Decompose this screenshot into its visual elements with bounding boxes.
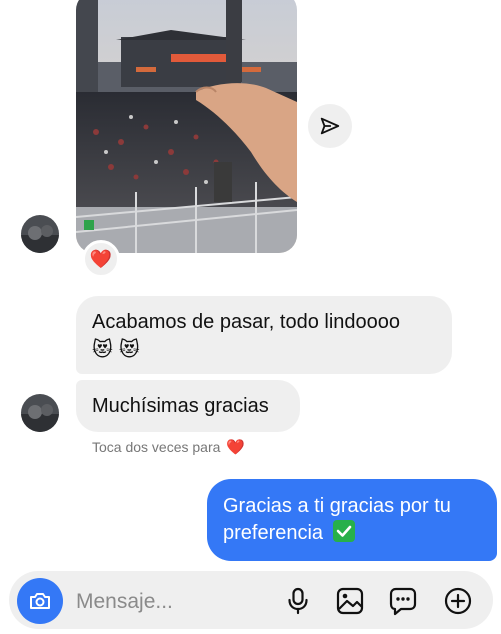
hint-text: Toca dos veces para [92, 439, 221, 455]
concert-photo-image [76, 0, 297, 253]
gallery-button[interactable] [333, 584, 367, 618]
sent-message-line-1: Gracias a ti gracias por tu [223, 495, 451, 517]
heart-emoji: ❤️ [226, 439, 246, 456]
heart-reaction-badge[interactable]: ❤️ [82, 240, 120, 278]
camera-icon [30, 593, 50, 609]
paper-plane-icon [320, 117, 340, 135]
share-button[interactable] [308, 104, 352, 148]
message-input[interactable] [76, 588, 256, 616]
sent-message-line-2: preferencia [223, 522, 324, 544]
sender-avatar[interactable] [21, 394, 59, 432]
sent-message-line-2-row: preferencia [223, 520, 481, 547]
sent-message-bubble[interactable]: Gracias a ti gracias por tu preferencia [207, 479, 497, 561]
more-options-button[interactable] [441, 584, 475, 618]
check-mark-icon [332, 520, 355, 542]
sticker-button[interactable] [386, 584, 420, 618]
double-tap-hint: Toca dos veces para ❤️ [92, 438, 245, 456]
microphone-icon [288, 587, 308, 615]
heart-reaction-emoji: ❤️ [89, 249, 113, 269]
plus-icon [444, 587, 472, 615]
gallery-icon [336, 587, 364, 615]
heart-eyes-cat-emoji: 😻 [118, 339, 140, 361]
camera-button[interactable] [17, 578, 63, 624]
avatar-image [21, 394, 59, 432]
avatar-image [21, 215, 59, 253]
emoji-row: 😻 😻 [92, 337, 436, 363]
microphone-button[interactable] [281, 584, 315, 618]
received-message-bubble[interactable]: Acabamos de pasar, todo lindoooo 😻 😻 [76, 296, 452, 374]
sticker-icon [389, 587, 417, 616]
concert-photo-message[interactable] [76, 0, 297, 253]
received-message-text: Acabamos de pasar, todo lindoooo [92, 311, 400, 333]
sender-avatar[interactable] [21, 215, 59, 253]
heart-eyes-cat-emoji: 😻 [92, 339, 113, 361]
received-message-bubble[interactable]: Muchísimas gracias [76, 380, 300, 432]
received-message-text: Muchísimas gracias [92, 395, 269, 417]
